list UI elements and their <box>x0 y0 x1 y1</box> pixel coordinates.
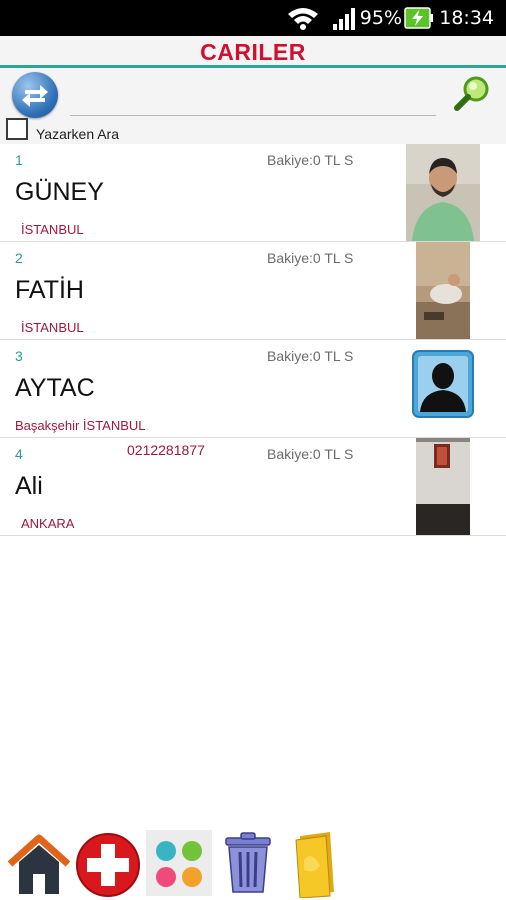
customer-name: AYTAC <box>15 374 95 402</box>
folder-icon <box>295 832 334 899</box>
battery-percent: 95% <box>359 7 402 29</box>
customer-city: ANKARA <box>21 516 75 531</box>
customer-name: FATİH <box>15 276 84 304</box>
apps-button[interactable] <box>146 830 212 896</box>
customer-photo <box>416 242 470 339</box>
list-item[interactable]: 2 Bakiye:0 TL S FATİH İSTANBUL <box>0 242 506 340</box>
list-item[interactable]: 3 Bakiye:0 TL S AYTAC Başakşehir İSTANBU… <box>0 340 506 438</box>
clock: 18:34 <box>439 7 494 29</box>
home-button[interactable] <box>6 830 72 896</box>
signal-icon <box>333 8 355 30</box>
status-bar: 95% 18:34 <box>0 0 506 36</box>
default-avatar-icon <box>412 350 474 418</box>
type-search-label: Yazarken Ara <box>36 126 120 142</box>
customer-number: 1 <box>15 152 23 168</box>
battery-charging-icon <box>404 7 433 29</box>
page-title: CARILER <box>200 39 306 65</box>
add-button[interactable] <box>74 830 140 897</box>
customer-balance: Bakiye:0 TL S <box>267 152 354 168</box>
customer-number: 3 <box>15 348 23 364</box>
customer-number: 4 <box>15 446 23 462</box>
bottom-toolbar <box>0 830 506 900</box>
customer-balance: Bakiye:0 TL S <box>267 250 354 266</box>
wifi-icon <box>288 8 318 30</box>
magnifier-icon <box>454 76 489 111</box>
add-icon <box>76 833 140 897</box>
search-input[interactable] <box>70 88 436 116</box>
list-item[interactable]: 1 Bakiye:0 TL S GÜNEY İSTANBUL <box>0 144 506 242</box>
customer-city: Başakşehir İSTANBUL <box>15 418 146 433</box>
apps-grid-icon <box>156 841 202 887</box>
refresh-button[interactable] <box>12 72 58 118</box>
trash-icon <box>225 832 271 893</box>
search-button[interactable] <box>452 74 492 114</box>
customer-name: GÜNEY <box>15 178 104 206</box>
customer-city: İSTANBUL <box>21 222 84 237</box>
home-icon <box>7 834 71 894</box>
title-bar: CARILER <box>0 36 506 68</box>
search-bar: Yazarken Ara <box>0 68 506 144</box>
customer-photo <box>416 438 470 535</box>
customer-number: 2 <box>15 250 23 266</box>
list-item[interactable]: 4 0212281877 Bakiye:0 TL S Ali ANKARA <box>0 438 506 536</box>
folder-button[interactable] <box>290 830 356 899</box>
customer-list: 1 Bakiye:0 TL S GÜNEY İSTANBUL 2 Bakiye:… <box>0 144 506 536</box>
customer-city: İSTANBUL <box>21 320 84 335</box>
customer-photo <box>406 144 480 241</box>
customer-balance: Bakiye:0 TL S <box>267 348 354 364</box>
type-search-checkbox[interactable] <box>6 118 28 140</box>
customer-balance: Bakiye:0 TL S <box>267 446 354 462</box>
delete-button[interactable] <box>218 830 284 896</box>
customer-phone: 0212281877 <box>127 442 205 458</box>
customer-name: Ali <box>15 472 43 500</box>
refresh-icon <box>22 85 48 107</box>
